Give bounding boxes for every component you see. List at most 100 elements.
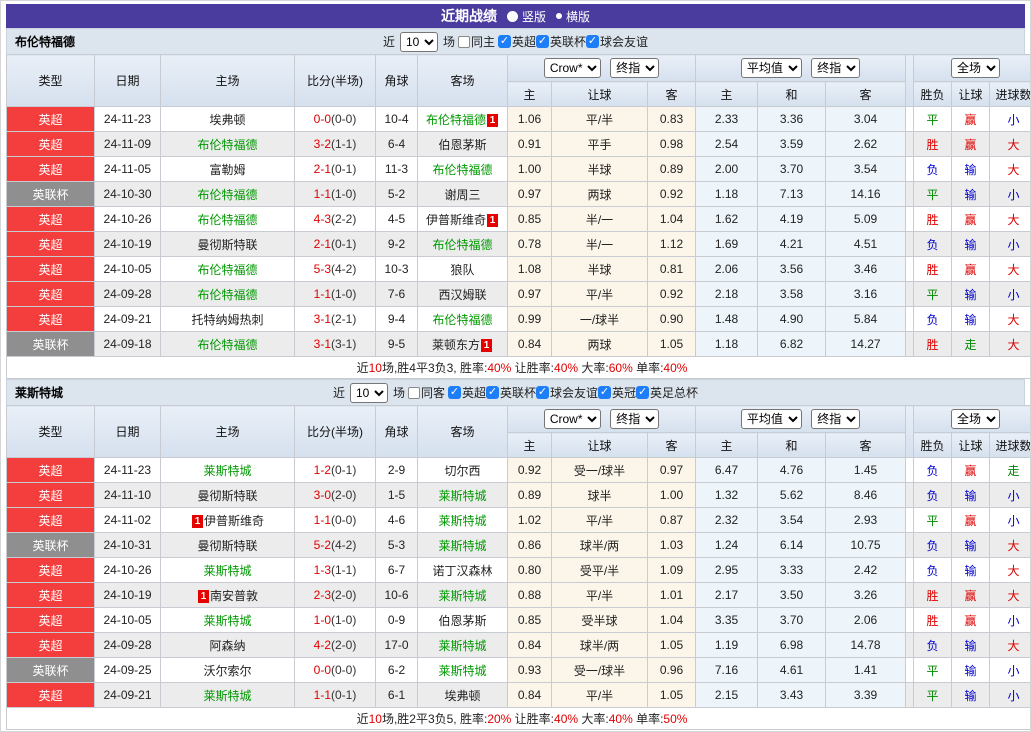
match-row: 英联杯24-09-18布伦特福德3-1(3-1)9-5莱顿东方10.84两球1.…	[7, 332, 1031, 357]
spacer-cell	[906, 282, 914, 307]
scope-select[interactable]: 全场	[951, 58, 1000, 78]
fulltime-score: 5-2	[314, 538, 331, 552]
spacer-cell	[906, 458, 914, 483]
summary-segment: 40%	[487, 361, 511, 375]
score: 0-0(0-0)	[295, 107, 376, 132]
score: 4-2(2-0)	[295, 633, 376, 658]
recent-count-select[interactable]: 10	[400, 32, 438, 52]
result-handicap: 输	[952, 633, 990, 658]
league-filter[interactable]: ✓英联杯	[536, 33, 586, 50]
avg-group-header: 平均值 终指	[696, 55, 906, 82]
same-venue-checkbox[interactable]	[458, 36, 470, 48]
avg-draw: 4.19	[758, 207, 826, 232]
same-venue-filter[interactable]: 同主	[458, 33, 495, 50]
scope-select[interactable]: 全场	[951, 409, 1000, 429]
avg-type-select[interactable]: 平均值	[741, 409, 802, 429]
league-badge: 英超	[7, 282, 95, 307]
league-filter[interactable]: ✓英冠	[598, 384, 636, 401]
fulltime-score: 3-2	[314, 137, 331, 151]
fulltime-score: 4-2	[314, 638, 331, 652]
match-date: 24-10-05	[95, 608, 161, 633]
summary-segment: 单率:	[633, 361, 664, 375]
same-venue-filter[interactable]: 同客	[408, 384, 445, 401]
match-date: 24-11-23	[95, 458, 161, 483]
match-date: 24-10-19	[95, 583, 161, 608]
match-row: 英超24-11-021伊普斯维奇1-1(0-0)4-6莱斯特城1.02平/半0.…	[7, 508, 1031, 533]
radio-selected-icon[interactable]	[507, 11, 518, 22]
avg-away: 3.39	[826, 683, 906, 708]
league-badge: 英超	[7, 232, 95, 257]
odds-handicap: 平手	[552, 132, 648, 157]
team-name: 曼彻斯特联	[197, 489, 257, 503]
league-filter[interactable]: ✓英超	[498, 33, 536, 50]
league-checkbox[interactable]: ✓	[448, 386, 461, 399]
avg-draw: 3.36	[758, 107, 826, 132]
summary-segment: 40%	[554, 712, 578, 726]
avg-home: 1.32	[696, 483, 758, 508]
league-badge: 英超	[7, 458, 95, 483]
avg-away: 5.09	[826, 207, 906, 232]
odds-home: 0.85	[508, 608, 552, 633]
league-badge: 英联杯	[7, 332, 95, 357]
league-checkbox[interactable]: ✓	[598, 386, 611, 399]
league-checkbox[interactable]: ✓	[586, 35, 599, 48]
same-venue-checkbox[interactable]	[408, 387, 420, 399]
league-filter[interactable]: ✓英超	[448, 384, 486, 401]
avg-away: 3.04	[826, 107, 906, 132]
team-title: 莱斯特城	[15, 384, 63, 401]
team-name: 莱斯特城	[438, 664, 486, 678]
result-handicap: 输	[952, 282, 990, 307]
odds-stage-select[interactable]: 终指	[610, 409, 659, 429]
results-tbody: 英超24-11-23埃弗顿0-0(0-0)10-4布伦特福德11.06平/半0.…	[7, 107, 1031, 357]
home-team: 布伦特福德	[161, 282, 295, 307]
corners: 4-5	[376, 207, 418, 232]
avg-type-select[interactable]: 平均值	[741, 58, 802, 78]
odds-book-select[interactable]: Crow*	[544, 58, 601, 78]
score: 1-1(1-0)	[295, 282, 376, 307]
league-filter[interactable]: ✓英足总杯	[636, 384, 698, 401]
team-name: 埃弗顿	[444, 689, 480, 703]
league-filter[interactable]: ✓球会友谊	[586, 33, 648, 50]
league-badge: 英超	[7, 683, 95, 708]
match-date: 24-09-25	[95, 658, 161, 683]
team-name: 莱斯特城	[438, 639, 486, 653]
league-filter[interactable]: ✓英联杯	[486, 384, 536, 401]
corners: 9-5	[376, 332, 418, 357]
score: 4-3(2-2)	[295, 207, 376, 232]
away-team: 诺丁汉森林	[418, 558, 508, 583]
avg-draw: 3.33	[758, 558, 826, 583]
league-checkbox[interactable]: ✓	[636, 386, 649, 399]
avg-away: 2.06	[826, 608, 906, 633]
odds-book-select[interactable]: Crow*	[544, 409, 601, 429]
league-filter[interactable]: ✓球会友谊	[536, 384, 598, 401]
corners: 6-4	[376, 132, 418, 157]
spacer-cell	[906, 332, 914, 357]
col-corners: 角球	[376, 406, 418, 458]
avg-draw: 4.90	[758, 307, 826, 332]
avg-stage-select[interactable]: 终指	[811, 409, 860, 429]
avg-away: 3.54	[826, 157, 906, 182]
league-checkbox[interactable]: ✓	[536, 386, 549, 399]
result-outcome: 平	[914, 683, 952, 708]
fulltime-score: 3-1	[314, 312, 331, 326]
avg-away: 2.42	[826, 558, 906, 583]
result-goals: 大	[990, 583, 1031, 608]
games-label: 场	[393, 384, 405, 401]
odds-stage-select[interactable]: 终指	[610, 58, 659, 78]
layout-option-vertical[interactable]: 竖版	[507, 8, 546, 25]
avg-stage-select[interactable]: 终指	[811, 58, 860, 78]
radio-unselected-icon[interactable]	[556, 13, 562, 19]
summary-text: 近10场,胜4平3负3, 胜率:40% 让胜率:40% 大率:60% 单率:40…	[357, 361, 688, 375]
halftime-score: (2-0)	[331, 638, 356, 652]
recent-count-select[interactable]: 10	[350, 383, 388, 403]
match-date: 24-10-05	[95, 257, 161, 282]
league-badge: 英联杯	[7, 182, 95, 207]
layout-option-horizontal[interactable]: 横版	[556, 8, 590, 25]
league-checkbox[interactable]: ✓	[486, 386, 499, 399]
league-badge: 英超	[7, 633, 95, 658]
league-checkbox[interactable]: ✓	[498, 35, 511, 48]
league-checkbox[interactable]: ✓	[536, 35, 549, 48]
summary-segment: 让胜率:	[511, 361, 554, 375]
league-filters: ✓英超✓英联杯✓球会友谊✓英冠✓英足总杯	[448, 384, 698, 401]
col-odds-home: 主	[508, 433, 552, 458]
